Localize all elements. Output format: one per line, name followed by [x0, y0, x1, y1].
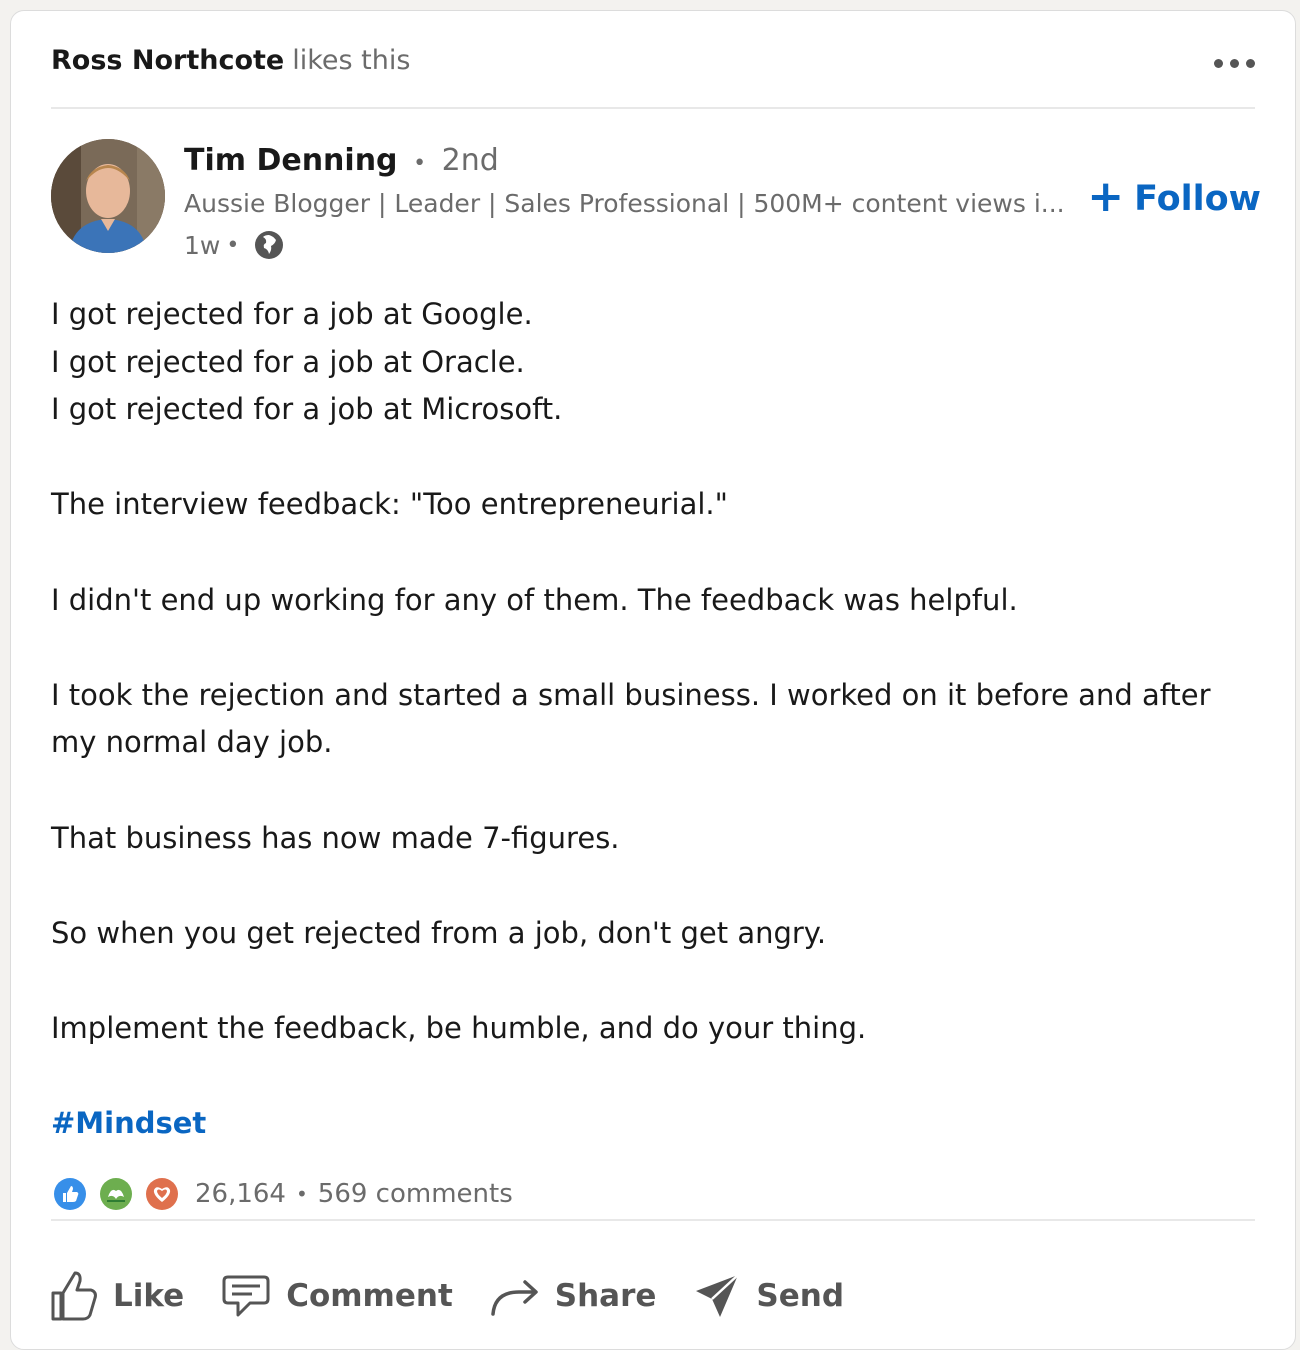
share-button[interactable]: Share [489, 1274, 657, 1318]
reaction-count[interactable]: 26,164 [195, 1179, 286, 1209]
hashtag-link[interactable]: #Mindset [51, 1106, 206, 1140]
share-arrow-icon [491, 1280, 538, 1316]
divider [51, 1219, 1255, 1221]
likes-text: likes this [292, 45, 411, 76]
comment-icon [222, 1275, 270, 1317]
share-label: Share [554, 1278, 657, 1314]
send-button[interactable]: Send [692, 1271, 844, 1321]
post-line: I got rejected for a job at Google. [51, 297, 533, 331]
send-label: Send [756, 1278, 845, 1314]
avatar[interactable] [51, 139, 165, 253]
send-icon [696, 1274, 740, 1317]
actor-headline: Aussie Blogger | Leader | Sales Professi… [184, 189, 1064, 218]
feed-post-card: Ross Northcote likes this Tim Denning • … [10, 10, 1296, 1350]
love-reaction-icon [143, 1175, 181, 1213]
post-actor: Tim Denning • 2nd Aussie Blogger | Leade… [51, 137, 1261, 261]
post-line: I got rejected for a job at Microsoft. [51, 392, 563, 427]
post-time: 1w [184, 230, 221, 260]
post-line: So when you get rejected from a job, don… [51, 915, 827, 950]
like-button[interactable]: Like [49, 1269, 184, 1323]
connection-degree: 2nd [441, 143, 499, 178]
post-line: I got rejected for a job at Oracle. [51, 344, 525, 379]
plus-icon: + [1087, 171, 1125, 222]
comment-button[interactable]: Comment [220, 1271, 453, 1321]
social-counts: 26,164 • 569 comments [51, 1169, 1255, 1219]
follow-button[interactable]: + Follow [1087, 175, 1261, 220]
globe-icon [255, 231, 284, 259]
actor-name[interactable]: Tim Denning [184, 143, 398, 178]
post-actions: Like Comment Share Send [49, 1261, 880, 1331]
thumbs-up-icon [51, 1271, 97, 1321]
post-line: That business has now made 7-figures. [51, 820, 620, 855]
actor-name-row: Tim Denning • 2nd [184, 143, 499, 178]
post-text: I got rejected for a job at Google. I go… [51, 291, 1251, 1148]
ellipsis-icon [1214, 58, 1223, 68]
post-line: I took the rejection and started a small… [51, 677, 1211, 712]
comment-label: Comment [286, 1278, 453, 1314]
liker-name[interactable]: Ross Northcote [51, 45, 284, 76]
post-line: Implement the feedback, be humble, and d… [51, 1010, 867, 1045]
follow-label: Follow [1134, 179, 1261, 219]
post-meta: 1w • [184, 229, 285, 261]
post-line: I didn't end up working for any of them.… [51, 582, 1018, 617]
social-activity-header: Ross Northcote likes this [51, 39, 1255, 109]
post-line: my normal day job. [51, 725, 333, 760]
comment-count[interactable]: 569 comments [318, 1179, 513, 1209]
like-reaction-icon [51, 1175, 89, 1213]
like-label: Like [113, 1278, 185, 1314]
more-options-button[interactable] [1195, 45, 1255, 81]
post-line: The interview feedback: "Too entrepreneu… [51, 487, 728, 522]
support-reaction-icon [97, 1175, 135, 1213]
